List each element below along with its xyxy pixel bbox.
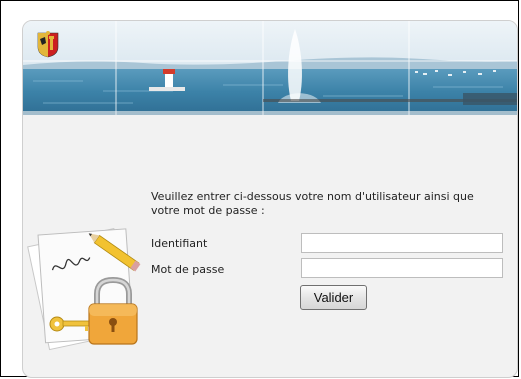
identifiant-label: Identifiant (151, 237, 208, 250)
geneva-crest-icon (37, 31, 59, 58)
lake-geneva-banner-image (23, 21, 517, 115)
header-banner (23, 21, 517, 115)
padlock-key-document-icon (27, 227, 141, 351)
password-field[interactable] (301, 258, 503, 278)
password-label: Mot de passe (151, 263, 225, 276)
valider-button[interactable]: Valider (300, 285, 367, 310)
login-instructions: Veuillez entrer ci-dessous votre nom d'u… (151, 190, 474, 217)
identifiant-field[interactable] (301, 233, 503, 253)
login-panel: Veuillez entrer ci-dessous votre nom d'u… (22, 20, 518, 378)
